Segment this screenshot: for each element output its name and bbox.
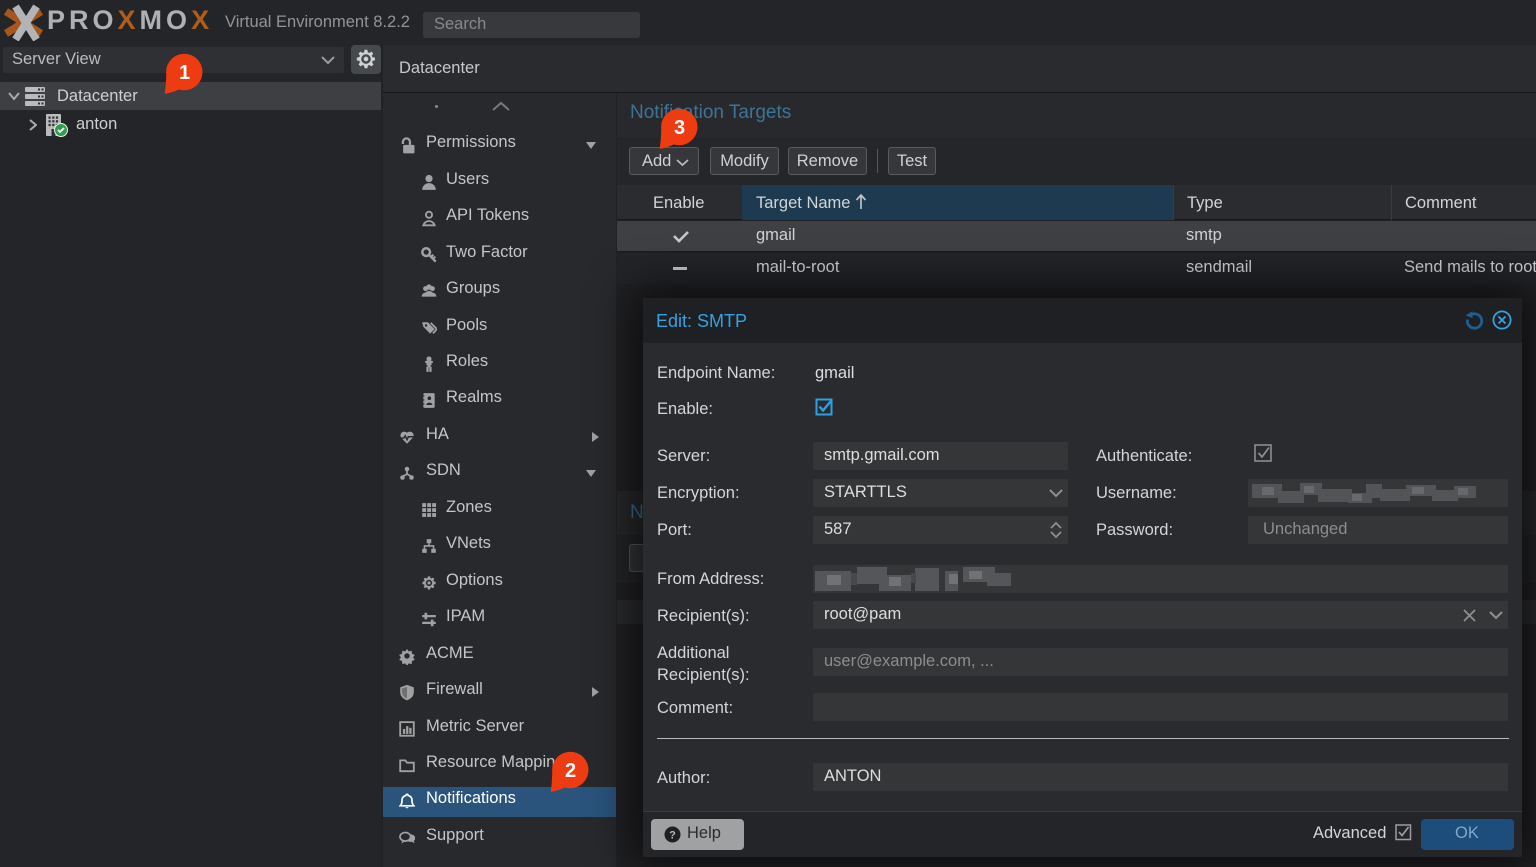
svg-text:1: 1 [179, 62, 190, 84]
svg-text:?: ? [669, 830, 676, 842]
svg-text:2: 2 [565, 760, 576, 782]
svg-text:3: 3 [674, 117, 685, 139]
